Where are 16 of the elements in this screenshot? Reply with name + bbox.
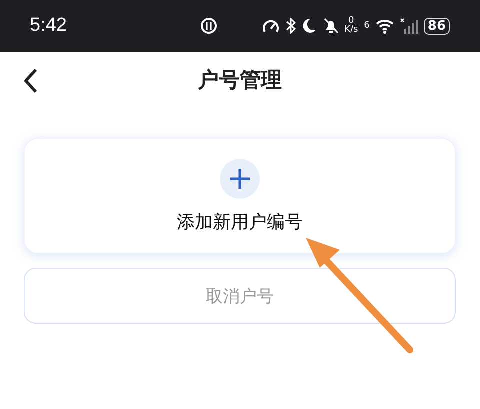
add-user-card[interactable]: 添加新用户编号 [24,138,456,254]
moon-icon [302,18,317,34]
wifi-label: 6 [364,21,370,31]
add-user-label: 添加新用户编号 [177,211,303,234]
data-saver-icon [200,17,218,35]
page-title: 户号管理 [198,67,282,94]
wifi-icon [376,18,394,34]
bluetooth-icon [286,18,296,34]
status-time: 5:42 [30,15,68,37]
bell-off-icon [322,18,339,34]
net-speed-unit: K/s [344,26,358,35]
battery-level: 86 [424,18,450,34]
speedometer-icon [262,18,280,34]
plus-icon [219,158,261,200]
signal-icon [400,18,418,34]
net-speed-value: 0 [348,17,354,26]
